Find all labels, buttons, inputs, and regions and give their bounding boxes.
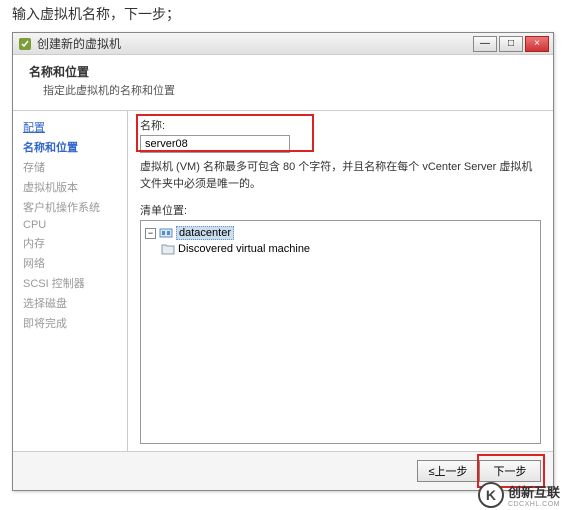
- window-title: 创建新的虚拟机: [37, 35, 473, 52]
- tree-collapse-icon[interactable]: −: [145, 228, 156, 239]
- sidebar-item-ready: 即将完成: [23, 313, 127, 333]
- sidebar-item-scsi: SCSI 控制器: [23, 273, 127, 293]
- wizard-sidebar: 配置 名称和位置 存储 虚拟机版本 客户机操作系统 CPU 内存 网络 SCSI…: [13, 111, 128, 451]
- tree-row-discovered[interactable]: Discovered virtual machine: [161, 241, 536, 257]
- step-title: 名称和位置: [29, 63, 537, 80]
- window-controls: — □ ×: [473, 36, 549, 52]
- app-icon: [17, 36, 33, 52]
- main-panel: 名称: 虚拟机 (VM) 名称最多可包含 80 个字符，并且名称在每个 vCen…: [128, 111, 553, 451]
- sidebar-item-memory: 内存: [23, 233, 127, 253]
- name-hint: 虚拟机 (VM) 名称最多可包含 80 个字符，并且名称在每个 vCenter …: [140, 159, 541, 192]
- tree-node-datacenter[interactable]: datacenter: [176, 226, 234, 240]
- sidebar-item-cpu: CPU: [23, 217, 127, 233]
- inventory-tree[interactable]: − datacenter Discovered virtual machine: [140, 220, 541, 444]
- back-button[interactable]: ≤上一步: [417, 460, 479, 482]
- close-button[interactable]: ×: [525, 36, 549, 52]
- sidebar-item-vm-version: 虚拟机版本: [23, 177, 127, 197]
- tree-node-discovered[interactable]: Discovered virtual machine: [178, 243, 310, 255]
- sidebar-item-name-location[interactable]: 名称和位置: [23, 137, 127, 157]
- maximize-button[interactable]: □: [499, 36, 523, 52]
- vm-name-input[interactable]: [140, 135, 290, 153]
- page-instruction: 输入虚拟机名称，下一步；: [0, 0, 566, 28]
- wizard-window: 创建新的虚拟机 — □ × 名称和位置 指定此虚拟机的名称和位置 配置 名称和位…: [12, 32, 554, 491]
- sidebar-item-network: 网络: [23, 253, 127, 273]
- watermark-brand: 创新互联: [508, 482, 560, 501]
- sidebar-item-disk: 选择磁盘: [23, 293, 127, 313]
- name-label: 名称:: [140, 117, 541, 133]
- folder-icon: [161, 242, 175, 256]
- sidebar-item-guest-os: 客户机操作系统: [23, 197, 127, 217]
- datacenter-icon: [159, 226, 173, 240]
- titlebar: 创建新的虚拟机 — □ ×: [13, 33, 553, 55]
- watermark: K 创新互联 CDCXHL.COM: [478, 482, 560, 508]
- sidebar-item-storage: 存储: [23, 157, 127, 177]
- watermark-logo-icon: K: [478, 482, 504, 508]
- wizard-body: 配置 名称和位置 存储 虚拟机版本 客户机操作系统 CPU 内存 网络 SCSI…: [13, 111, 553, 451]
- watermark-sub: CDCXHL.COM: [508, 501, 560, 508]
- sidebar-item-config[interactable]: 配置: [23, 117, 127, 137]
- wizard-footer: ≤上一步 下一步: [13, 451, 553, 490]
- inventory-label: 清单位置:: [140, 202, 541, 218]
- next-button[interactable]: 下一步: [479, 460, 541, 482]
- wizard-header: 名称和位置 指定此虚拟机的名称和位置: [13, 55, 553, 111]
- tree-row-datacenter[interactable]: − datacenter: [145, 225, 536, 241]
- step-subtitle: 指定此虚拟机的名称和位置: [43, 82, 537, 98]
- minimize-button[interactable]: —: [473, 36, 497, 52]
